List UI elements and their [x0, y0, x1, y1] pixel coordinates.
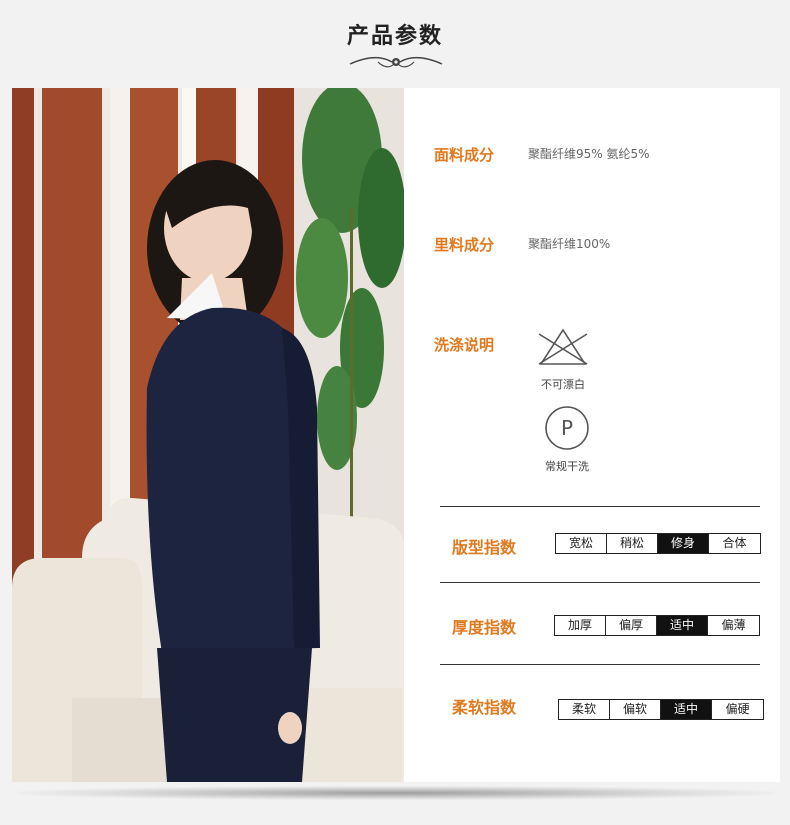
thickness-index-scale: 加厚 偏厚 适中 偏薄	[554, 615, 760, 636]
no-bleach-icon	[538, 328, 588, 365]
dry-clean-caption: 常规干洗	[545, 460, 589, 473]
fit-option-3: 合体	[722, 536, 747, 550]
model-photo	[12, 88, 404, 782]
lining-value: 聚酯纤维100%	[528, 237, 611, 251]
lining-label: 里料成分	[434, 236, 495, 254]
ornament-divider-icon	[349, 57, 443, 68]
no-bleach-caption: 不可漂白	[541, 378, 585, 391]
dry-clean-p-icon: P	[545, 406, 589, 450]
dry-clean-symbol: P	[561, 416, 573, 440]
softness-index-scale: 柔软 偏软 适中 偏硬	[558, 699, 764, 720]
softness-option-0: 柔软	[559, 700, 610, 719]
wash-label: 洗涤说明	[434, 336, 495, 354]
fit-option-2-selected: 修身	[658, 534, 709, 553]
thickness-option-0: 加厚	[555, 616, 606, 635]
thickness-option-1: 偏厚	[606, 616, 657, 635]
divider-2	[440, 664, 760, 665]
fabric-label: 面料成分	[434, 146, 495, 164]
fit-option-1: 稍松	[607, 534, 658, 553]
fit-index-scale: 宽松 稍松 修身 合体	[555, 533, 761, 554]
softness-index-label: 柔软指数	[452, 698, 517, 717]
no-bleach-care: 不可漂白	[533, 324, 593, 392]
divider-1	[440, 582, 760, 583]
softness-option-1: 偏软	[610, 700, 661, 719]
page-title: 产品参数	[346, 24, 443, 49]
softness-option-2-selected: 适中	[661, 700, 712, 719]
card-shadow	[18, 786, 774, 800]
thickness-index-label: 厚度指数	[452, 618, 517, 637]
fabric-value: 聚酯纤维95% 氨纶5%	[528, 147, 650, 161]
thickness-option-2-selected: 适中	[657, 616, 708, 635]
fit-option-0: 宽松	[556, 534, 607, 553]
thickness-option-3: 偏薄	[721, 618, 746, 632]
dry-clean-care: P 常规干洗	[537, 404, 597, 474]
softness-option-3: 偏硬	[725, 702, 750, 716]
divider-top	[440, 506, 760, 507]
product-card: 面料成分 聚酯纤维95% 氨纶5% 里料成分 聚酯纤维100% 洗涤说明 不可漂…	[12, 88, 780, 782]
fit-index-label: 版型指数	[452, 538, 517, 557]
